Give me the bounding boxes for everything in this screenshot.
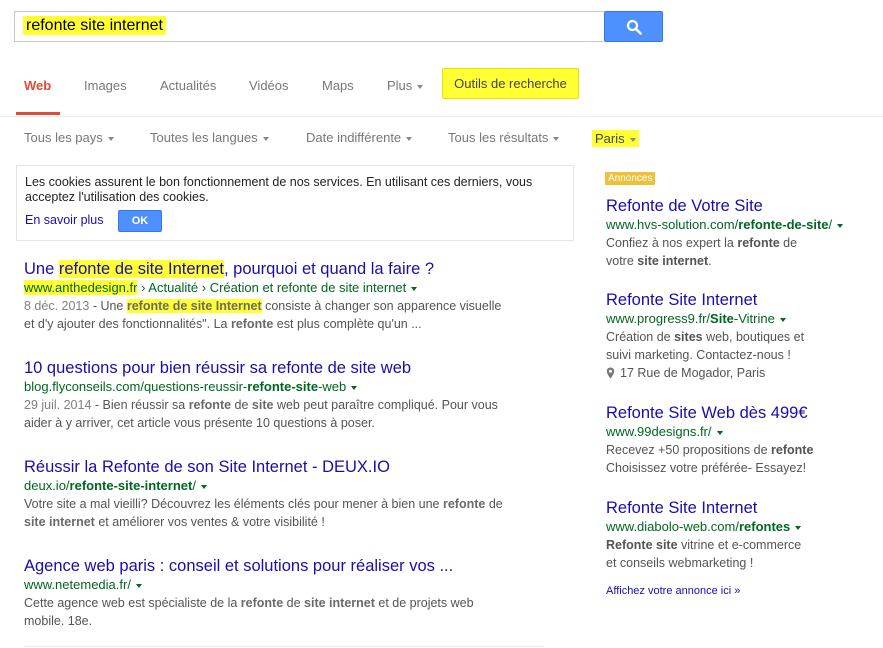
search-box[interactable]: refonte site internet	[14, 11, 604, 42]
ad-title-link[interactable]: Refonte Site Internet	[606, 499, 876, 518]
url-menu-arrow-icon[interactable]	[411, 286, 418, 291]
tab-actualites[interactable]: Actualités	[160, 78, 216, 93]
search-result: Agence web paris : conseil et solutions …	[24, 557, 554, 630]
ad-title-link[interactable]: Refonte Site Web dès 499€	[606, 404, 876, 423]
ads-label: Annonces	[605, 172, 656, 185]
search-input[interactable]: refonte site internet	[23, 16, 166, 35]
ad-item: Refonte de Votre Site www.hvs-solution.c…	[606, 197, 876, 270]
search-filters: Tous les pays Toutes les langues Date in…	[0, 118, 883, 158]
ad-description: Recevez +50 propositions de refonte Chois…	[606, 443, 814, 475]
tab-maps[interactable]: Maps	[322, 78, 354, 93]
ad-menu-arrow-icon[interactable]	[716, 430, 723, 435]
filter-results[interactable]: Tous les résultats	[448, 130, 559, 145]
search-tools-button[interactable]: Outils de recherche	[442, 68, 579, 99]
tab-plus[interactable]: Plus	[387, 78, 423, 93]
ad-description: Confiez à nos expert la refonte de votre …	[606, 236, 798, 268]
filter-location[interactable]: Paris	[592, 130, 639, 147]
result-title-link[interactable]: 10 questions pour bien réussir sa refont…	[24, 359, 554, 378]
active-tab-indicator	[16, 112, 60, 115]
search-result: Réussir la Refonte de son Site Internet …	[24, 458, 554, 531]
map-pin-icon	[606, 367, 615, 379]
ad-item: Refonte Site Internet www.progress9.fr/S…	[606, 291, 876, 382]
ad-menu-arrow-icon[interactable]	[779, 317, 786, 322]
ad-address-link[interactable]: 17 Rue de Mogador, Paris	[606, 364, 876, 382]
url-menu-arrow-icon[interactable]	[200, 484, 207, 489]
search-button[interactable]	[604, 11, 663, 42]
search-icon	[626, 19, 642, 35]
ad-description: Création de sites web, boutiques et suivi…	[606, 330, 805, 362]
result-title-link[interactable]: Une refonte de site Internet, pourquoi e…	[24, 260, 554, 279]
tab-web[interactable]: Web	[24, 78, 51, 93]
ad-menu-arrow-icon[interactable]	[795, 525, 802, 530]
filter-date[interactable]: Date indifférente	[306, 130, 412, 145]
ad-title-link[interactable]: Refonte de Votre Site	[606, 197, 876, 216]
url-menu-arrow-icon[interactable]	[135, 583, 142, 588]
result-url: deux.io/refonte-site-internet/	[24, 477, 554, 494]
ad-title-link[interactable]: Refonte Site Internet	[606, 291, 876, 310]
ad-description: Refonte site vitrine et e-commerce et con…	[606, 538, 802, 570]
result-title-link[interactable]: Agence web paris : conseil et solutions …	[24, 557, 554, 576]
ad-item: Refonte Site Internet www.diabolo-web.co…	[606, 499, 876, 572]
result-title-link[interactable]: Réussir la Refonte de son Site Internet …	[24, 458, 554, 477]
result-snippet: Cette agence web est spécialiste de la r…	[24, 596, 474, 628]
results-divider	[24, 646, 544, 647]
result-snippet: 8 déc. 2013 - Une refonte de site Intern…	[24, 299, 502, 331]
ad-url: www.hvs-solution.com/refonte-de-site/	[606, 216, 876, 234]
search-result: 10 questions pour bien réussir sa refont…	[24, 359, 554, 432]
filter-country[interactable]: Tous les pays	[24, 130, 114, 145]
tab-images[interactable]: Images	[84, 78, 127, 93]
cookie-notice: Les cookies assurent le bon fonctionneme…	[16, 165, 574, 241]
search-result: Une refonte de site Internet, pourquoi e…	[24, 260, 554, 333]
result-snippet: Votre site a mal vieilli? Découvrez les …	[24, 497, 503, 529]
cookie-text: Les cookies assurent le bon fonctionneme…	[25, 175, 533, 204]
ad-url: www.99designs.fr/	[606, 423, 876, 441]
ad-menu-arrow-icon[interactable]	[837, 223, 844, 228]
result-url: www.netemedia.fr/	[24, 576, 554, 593]
result-snippet: 29 juil. 2014 - Bien réussir sa refonte …	[24, 398, 498, 430]
ad-url: www.progress9.fr/Site-Vitrine	[606, 310, 876, 328]
ad-url: www.diabolo-web.com/refontes	[606, 518, 876, 536]
cookie-ok-button[interactable]: OK	[118, 210, 162, 232]
ad-item: Refonte Site Web dès 499€ www.99designs.…	[606, 404, 876, 477]
cookie-learn-more-link[interactable]: En savoir plus	[25, 213, 104, 228]
tab-videos[interactable]: Vidéos	[249, 78, 289, 93]
advertise-here-link[interactable]: Affichez votre annonce ici »	[606, 585, 740, 597]
result-url: www.anthedesign.fr › Actualité › Créatio…	[24, 279, 554, 296]
url-menu-arrow-icon[interactable]	[351, 385, 358, 390]
filter-language[interactable]: Toutes les langues	[150, 130, 269, 145]
result-url: blog.flyconseils.com/questions-reussir-r…	[24, 378, 554, 395]
